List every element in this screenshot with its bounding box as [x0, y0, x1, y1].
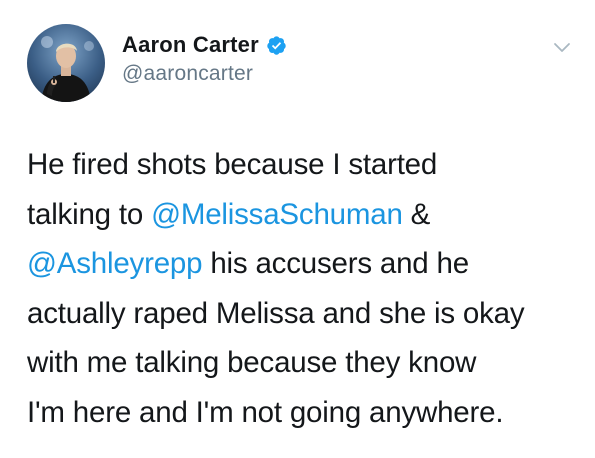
tweet-text-segment: talking to [27, 197, 152, 231]
tweet-text-line: talking to @MelissaSchuman & [27, 190, 582, 240]
tweet-card: Aaron Carter @aaroncarter He fired shots… [0, 0, 595, 458]
tweet-text-line: actually raped Melissa and she is okay [27, 289, 582, 339]
tweet-text-segment: & [402, 197, 431, 231]
avatar[interactable] [27, 24, 105, 102]
user-info: Aaron Carter @aaroncarter [122, 30, 287, 86]
tweet-text-segment: actually raped Melissa and she is okay [27, 296, 525, 330]
mention-link[interactable]: @MelissaSchuman [151, 198, 403, 231]
tweet-text-line: I'm here and I'm not going anywhere. [27, 388, 582, 438]
tweet-text-segment: He fired shots because I started [27, 148, 438, 181]
chevron-down-icon[interactable] [553, 41, 571, 53]
tweet-text-line: He fired shots because I started [27, 140, 582, 190]
tweet-text-segment: with me talking because they know [27, 346, 477, 379]
tweet-text-line: @Ashleyrepp his accusers and he [27, 239, 582, 289]
mention-link[interactable]: @Ashleyrepp [27, 247, 203, 280]
tweet-text: He fired shots because I started talking … [27, 140, 582, 437]
display-name[interactable]: Aaron Carter [122, 32, 259, 58]
tweet-text-segment: I'm here and I'm not going anywhere. [27, 395, 504, 429]
verified-badge-icon [266, 35, 287, 56]
display-name-row: Aaron Carter [122, 30, 287, 60]
tweet-text-line: with me talking because they know [27, 338, 582, 388]
user-handle[interactable]: @aaroncarter [122, 62, 287, 86]
tweet-text-segment: his accusers and he [202, 247, 469, 280]
